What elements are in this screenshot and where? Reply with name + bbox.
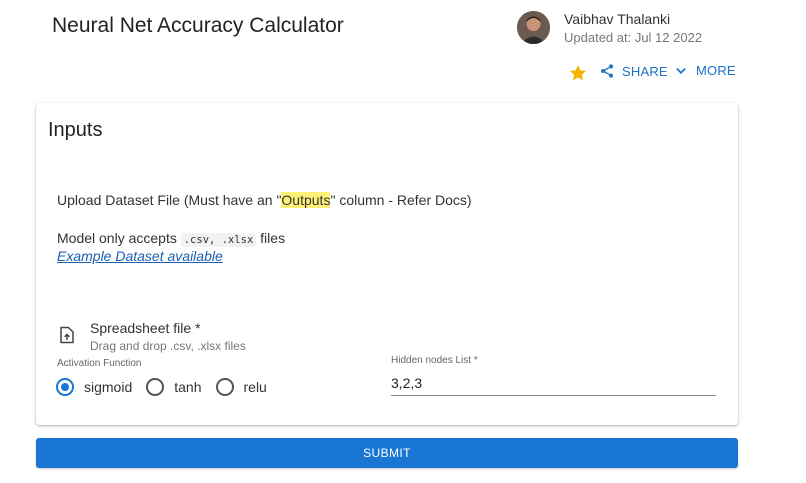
example-dataset-link[interactable]: Example Dataset available — [57, 248, 223, 264]
accept-suffix: files — [256, 230, 286, 246]
star-button[interactable] — [568, 63, 588, 83]
outputs-highlight: Outputs — [281, 192, 331, 208]
file-extensions-code: .csv, .xlsx — [180, 233, 257, 247]
accepted-formats-note: Model only accepts .csv, .xlsx files — [57, 230, 286, 247]
avatar[interactable] — [517, 11, 550, 44]
upload-file-icon[interactable] — [59, 326, 75, 349]
file-drop-hint: Drag and drop .csv, .xlsx files — [90, 339, 246, 353]
radio-label-tanh: tanh — [174, 379, 202, 395]
upload-instructions: Upload Dataset File (Must have an "Outpu… — [57, 192, 472, 208]
radio-tanh[interactable]: tanh — [146, 378, 202, 396]
activation-radio-group: sigmoid tanh relu — [56, 378, 281, 396]
author-name: Vaibhav Thalanki — [564, 11, 671, 27]
more-label: MORE — [696, 63, 736, 78]
inputs-card: Inputs Upload Dataset File (Must have an… — [36, 103, 738, 425]
radio-label-relu: relu — [243, 379, 267, 395]
radio-unselected-indicator — [146, 378, 165, 396]
radio-label-sigmoid: sigmoid — [84, 379, 133, 395]
avatar-image — [517, 11, 550, 44]
submit-button[interactable]: SUBMIT — [36, 438, 738, 468]
share-button[interactable]: SHARE — [599, 63, 668, 79]
upload-suffix: " column - Refer Docs) — [330, 192, 472, 208]
accept-prefix: Model only accepts — [57, 230, 181, 246]
upload-prefix: Upload Dataset File (Must have an " — [57, 192, 282, 208]
chevron-down-icon — [676, 67, 686, 74]
app-title: Neural Net Accuracy Calculator — [52, 14, 344, 37]
hidden-nodes-input[interactable] — [391, 371, 716, 396]
share-icon — [601, 64, 613, 78]
star-icon — [569, 65, 587, 81]
radio-selected-indicator — [56, 378, 74, 396]
more-button[interactable]: MORE — [674, 63, 736, 78]
activation-function-label: Activation Function — [57, 358, 142, 369]
radio-relu[interactable]: relu — [215, 378, 267, 396]
share-label: SHARE — [622, 63, 668, 79]
card-title: Inputs — [48, 119, 103, 141]
updated-date: Updated at: Jul 12 2022 — [564, 30, 703, 45]
hidden-nodes-label: Hidden nodes List * — [391, 355, 478, 366]
spreadsheet-file-label[interactable]: Spreadsheet file * — [90, 320, 201, 336]
radio-unselected-indicator — [215, 378, 234, 396]
radio-sigmoid[interactable]: sigmoid — [56, 378, 132, 396]
